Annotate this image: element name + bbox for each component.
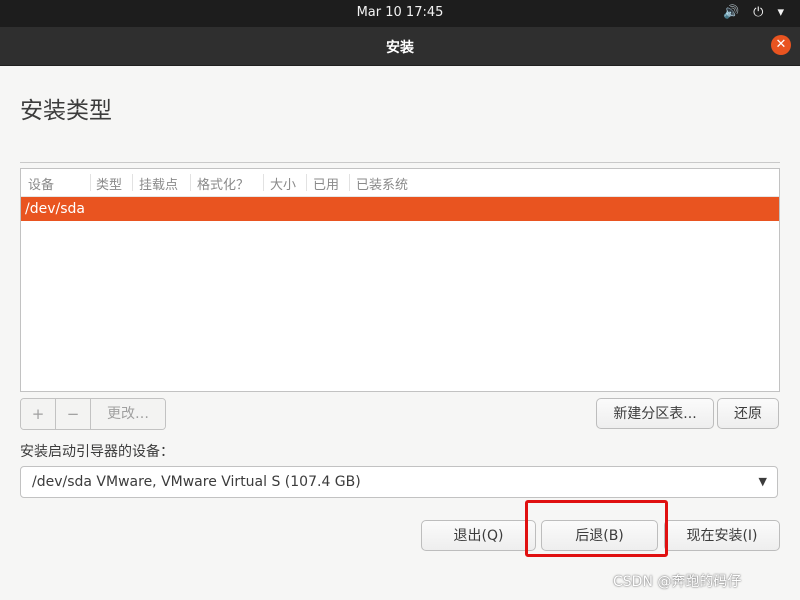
page-title: 安装类型 [20,98,112,124]
close-icon: ✕ [775,37,787,52]
quit-button[interactable]: 退出(Q) [421,520,536,551]
change-partition-button[interactable]: 更改… [91,399,165,429]
close-button[interactable]: ✕ [771,35,791,55]
bootloader-label: 安装启动引导器的设备： [20,444,174,460]
revert-button[interactable]: 还原 [717,398,779,429]
table-header: 设备 类型 挂载点 格式化？ 大小 已用 已装系统 [21,169,779,197]
partition-table[interactable]: 设备 类型 挂载点 格式化？ 大小 已用 已装系统 /dev/sda [20,168,780,392]
dropdown-arrow-icon: ▼ [758,475,767,488]
column-header-format[interactable]: 格式化？ [197,174,264,193]
column-header-used[interactable]: 已用 [313,174,350,193]
table-row[interactable]: /dev/sda [21,197,779,221]
bootloader-selected-value: /dev/sda VMware, VMware Virtual S (107.4… [32,474,361,490]
clock[interactable]: Mar 10 17:45 [0,5,800,20]
chevron-down-icon[interactable]: ▾ [777,4,784,22]
window-title: 安装 [386,40,414,56]
remove-partition-button[interactable]: − [56,399,91,429]
column-header-size[interactable]: 大小 [270,174,307,193]
column-header-system[interactable]: 已装系统 [356,174,422,193]
watermark: CSDN @奔跑的码仔 [613,574,742,590]
speaker-icon[interactable]: 🔊 [723,4,739,22]
add-partition-button[interactable]: + [21,399,56,429]
new-partition-table-button[interactable]: 新建分区表... [596,398,714,429]
top-bar: Mar 10 17:45 🔊 ⏻ ▾ [0,0,800,27]
divider [20,162,780,163]
install-now-button[interactable]: 现在安装(I) [664,520,780,551]
installer-content: 安装类型 设备 类型 挂载点 格式化？ 大小 已用 已装系统 /dev/sda … [0,66,800,600]
column-header-type[interactable]: 类型 [96,174,133,193]
window-titlebar: 安装 ✕ [0,27,800,66]
red-highlight-box [525,500,668,557]
system-tray[interactable]: 🔊 ⏻ ▾ [723,4,784,22]
partition-edit-buttons: + − 更改… [20,398,166,430]
column-header-device[interactable]: 设备 [28,174,91,193]
column-header-mount[interactable]: 挂载点 [139,174,191,193]
bootloader-device-select[interactable]: /dev/sda VMware, VMware Virtual S (107.4… [20,466,778,498]
power-icon[interactable]: ⏻ [753,4,763,22]
device-name: /dev/sda [25,201,85,217]
